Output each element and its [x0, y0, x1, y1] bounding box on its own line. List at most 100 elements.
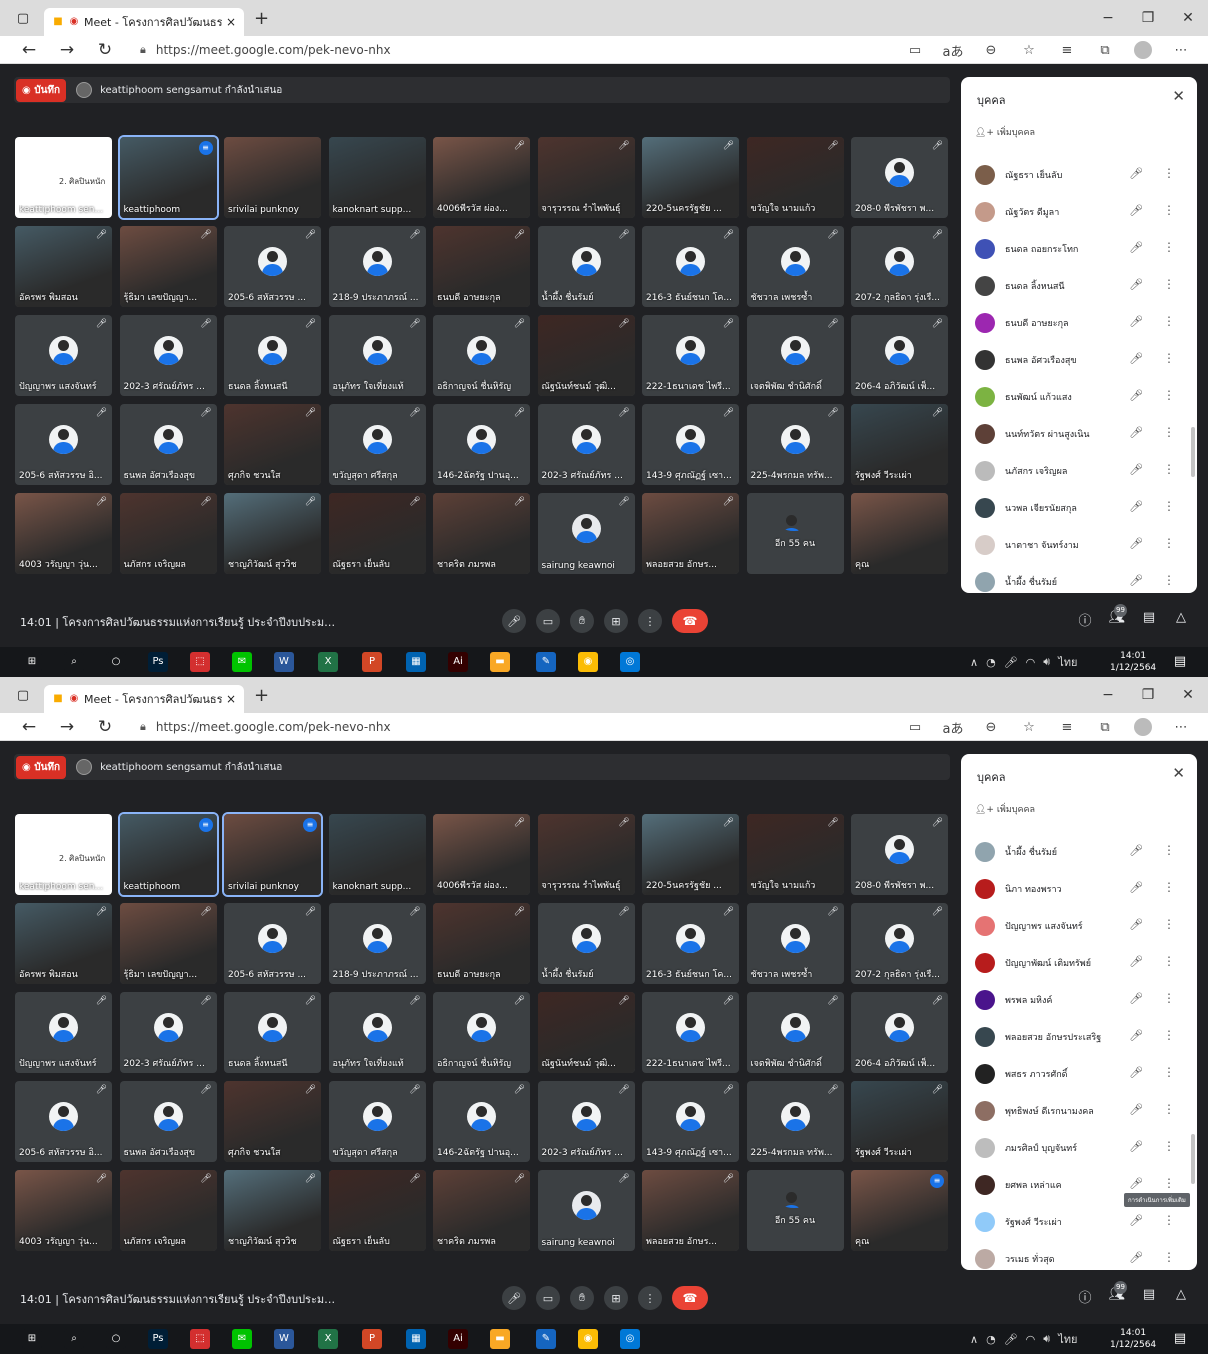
line-icon[interactable]: ✉ — [232, 652, 252, 672]
participant-tile[interactable]: อนุภัทร ใจเที่ยงแท้ 🎤︎ — [328, 315, 426, 396]
camera-button[interactable]: ▭ — [536, 1286, 560, 1310]
participant-tile[interactable]: ชัชวาล เพชรซ้ำ 🎤︎ — [746, 226, 844, 307]
volume-icon[interactable]: 🔊︎ — [1043, 1332, 1050, 1346]
raise-hand-button[interactable]: ✋︎ — [570, 609, 594, 633]
more-actions-icon[interactable]: ⋮ — [1163, 1028, 1175, 1042]
add-favorite-icon[interactable]: ☆ — [1010, 720, 1048, 735]
participant-tile[interactable]: 220-5นครรัฐชัย ... 🎤︎ — [642, 814, 739, 895]
muted-mic-icon[interactable]: 🎤︎ — [1129, 204, 1143, 217]
participant-tile[interactable]: 206-4 อภิวัฒน์ เพ็... 🎤︎ — [851, 992, 948, 1073]
participant-list-item[interactable]: พุทธิพงษ์ ดีเรกนามงคล 🎤︎ ⋮ — [961, 1093, 1197, 1130]
participant-tile[interactable]: 143-9 ศุภณัฏฐ์ เซา... 🎤︎ — [642, 1081, 739, 1162]
participant-tile[interactable]: ขวัญใจ นามแก้ว 🎤︎ — [746, 137, 844, 218]
participant-tile[interactable]: คุณ — [851, 493, 948, 574]
participant-tile[interactable]: ณัฐธรา เย็นลับ 🎤︎ — [328, 1170, 426, 1251]
more-actions-icon[interactable]: ⋮ — [1163, 203, 1175, 217]
muted-mic-icon[interactable]: 🎤︎ — [1129, 278, 1143, 291]
participant-tile[interactable]: ศุภกิจ ชวนใส 🎤︎ — [224, 404, 321, 485]
participant-tile[interactable]: อธิกาญจน์ ชื่นหิรัญ 🎤︎ — [433, 315, 530, 396]
participant-tile[interactable]: ชาญภิวัฒน์ สุววิช 🎤︎ — [224, 493, 321, 574]
participant-tile[interactable]: 216-3 ธันย์ชนก โค... 🎤︎ — [642, 226, 739, 307]
more-actions-icon[interactable]: ⋮ — [1163, 314, 1175, 328]
participant-tile[interactable]: srivilai punknoy — [224, 137, 321, 218]
read-aloud-icon[interactable]: aあ — [934, 41, 972, 60]
more-actions-icon[interactable]: ⋮ — [1163, 166, 1175, 180]
photoshop-icon[interactable]: Ps — [148, 1329, 168, 1349]
participant-tile[interactable]: srivilai punknoy ≡ — [222, 812, 323, 897]
muted-mic-icon[interactable]: 🎤︎ — [1129, 992, 1143, 1005]
participant-tile[interactable]: ขวัญสุดา ศรีสกุล 🎤︎ — [328, 1081, 426, 1162]
mic-tray-icon[interactable]: 🎤︎ — [1004, 656, 1018, 669]
camera-button[interactable]: ▭ — [536, 609, 560, 633]
forward-icon[interactable]: → — [48, 40, 86, 60]
participant-tile[interactable]: จารุวรรณ รำไพพันธุ์ 🎤︎ — [537, 814, 635, 895]
more-actions-icon[interactable]: ⋮ — [1163, 1250, 1175, 1264]
participant-tile[interactable]: 222-1ธนาเดช ไพรี... 🎤︎ — [642, 315, 739, 396]
wifi-icon[interactable]: ◠ — [1026, 656, 1036, 669]
participant-tile[interactable]: ณัฐนันท์ชนม์ วุฒิ... 🎤︎ — [537, 992, 635, 1073]
participant-tile[interactable]: จารุวรรณ รำไพพันธุ์ 🎤︎ — [537, 137, 635, 218]
new-tab-button[interactable]: + — [254, 685, 269, 706]
edge-icon[interactable]: ◎ — [620, 1329, 640, 1349]
people-icon[interactable]: 👥︎ 99 — [1106, 604, 1128, 625]
participant-list-item[interactable]: นภัสกร เจริญผล 🎤︎ ⋮ — [961, 453, 1197, 490]
participant-list-item[interactable]: ธนดล ลิ้งหนสนี 🎤︎ ⋮ — [961, 268, 1197, 305]
participant-tile[interactable]: ปัญญาพร แสงจันทร์ 🎤︎ — [15, 315, 112, 396]
close-panel-icon[interactable]: ✕ — [1172, 87, 1185, 105]
taskbar-clock[interactable]: 14:01 1/12/2564 — [1110, 650, 1156, 674]
participant-tile[interactable]: ชาญภิวัฒน์ สุววิช 🎤︎ — [224, 1170, 321, 1251]
more-actions-icon[interactable]: ⋮ — [1163, 462, 1175, 476]
participant-list-item[interactable]: ปัญญาพัฒน์ เติมทรัพย์ 🎤︎ ⋮ — [961, 945, 1197, 982]
participant-tile[interactable]: เจตพิพัฒ ชำนิศักดิ์ 🎤︎ — [746, 315, 844, 396]
participant-tile[interactable]: 218-9 ประภาภรณ์ ... 🎤︎ — [328, 226, 426, 307]
muted-mic-icon[interactable]: 🎤︎ — [1129, 500, 1143, 513]
profile-avatar[interactable] — [1134, 718, 1152, 736]
participant-tile[interactable]: ขวัญใจ นามแก้ว 🎤︎ — [746, 814, 844, 895]
photoshop-icon[interactable]: Ps — [148, 652, 168, 672]
browser-tab[interactable]: ■ ◉ Meet - โครงการศิลปวัฒนธรรม × — [44, 8, 244, 36]
back-icon[interactable]: ← — [10, 40, 48, 60]
participant-tile[interactable]: 206-4 อภิวัฒน์ เพ็... 🎤︎ — [851, 315, 948, 396]
refresh-icon[interactable]: ↻ — [86, 717, 124, 737]
more-actions-icon[interactable]: ⋮ — [1163, 240, 1175, 254]
participant-list-item[interactable]: ธนบดี อาษยะกุล 🎤︎ ⋮ — [961, 305, 1197, 342]
participant-tile[interactable]: ปัญญาพร แสงจันทร์ 🎤︎ — [15, 992, 112, 1073]
hang-up-button[interactable]: ☎︎ — [672, 609, 708, 633]
participant-tile[interactable]: เจตพิพัฒ ชำนิศักดิ์ 🎤︎ — [746, 992, 844, 1073]
collections-icon[interactable]: ⧉ — [1086, 720, 1124, 735]
participant-list-item[interactable]: ธนดล ถอยกระโทก 🎤︎ ⋮ — [961, 231, 1197, 268]
participant-tile[interactable]: 146-2ฉัตรัฐ ปานอุ... 🎤︎ — [433, 404, 530, 485]
participant-list-item[interactable]: วรเมธ ทั่วสุด 🎤︎ ⋮ — [961, 1241, 1197, 1270]
illustrator-icon[interactable]: Ai — [448, 652, 468, 672]
excel-icon[interactable]: X — [318, 1329, 338, 1349]
participant-tile[interactable]: นภัสกร เจริญผล 🎤︎ — [119, 1170, 217, 1251]
participant-tile[interactable]: 205-6 สหัสวรรษ ... 🎤︎ — [224, 903, 321, 984]
microphone-button[interactable]: 🎤︎ — [502, 1286, 526, 1310]
powerpoint-icon[interactable]: P — [362, 652, 382, 672]
participant-tile[interactable]: 207-2 กุลธิดา รุ่งเรื... 🎤︎ — [851, 903, 948, 984]
task-view-icon[interactable]: ○ — [106, 1329, 126, 1349]
task-view-icon[interactable]: ○ — [106, 652, 126, 672]
muted-mic-icon[interactable]: 🎤︎ — [1129, 1066, 1143, 1079]
participant-tile[interactable]: อีก 55 คน — [746, 1170, 844, 1251]
more-actions-icon[interactable]: ⋮ — [1163, 954, 1175, 968]
participant-tile[interactable]: น้ำผึ้ง ชื่นรัมย์ 🎤︎ — [537, 903, 635, 984]
participant-tile[interactable]: 202-3 ศรัณย์ภัทร ... 🎤︎ — [537, 404, 635, 485]
present-button[interactable]: ⊞ — [604, 609, 628, 633]
more-actions-icon[interactable]: ⋮ — [1163, 277, 1175, 291]
participant-list-item[interactable]: ณัฐวัตร ดีมูลา 🎤︎ ⋮ — [961, 194, 1197, 231]
participant-list-item[interactable]: น้ำผึ้ง ชื่นรัมย์ 🎤︎ ⋮ — [961, 834, 1197, 871]
profile-avatar[interactable] — [1134, 41, 1152, 59]
more-actions-icon[interactable]: ⋮ — [1163, 499, 1175, 513]
participant-list-item[interactable]: ภมรศิลป์ บุญจันทร์ 🎤︎ ⋮ — [961, 1130, 1197, 1167]
close-tab-icon[interactable]: × — [226, 15, 236, 29]
more-options-button[interactable]: ⋮ — [638, 609, 662, 633]
present-button[interactable]: ⊞ — [604, 1286, 628, 1310]
activities-icon[interactable]: △ — [1170, 610, 1192, 625]
participant-tile[interactable]: kanoknart supp... — [328, 137, 426, 218]
language-indicator[interactable]: ไทย — [1058, 1330, 1077, 1348]
panel-scrollbar[interactable] — [1191, 427, 1195, 477]
forward-icon[interactable]: → — [48, 717, 86, 737]
more-actions-icon[interactable]: ⋮ — [1163, 1176, 1175, 1190]
zoom-icon[interactable]: ⊖ — [972, 720, 1010, 735]
